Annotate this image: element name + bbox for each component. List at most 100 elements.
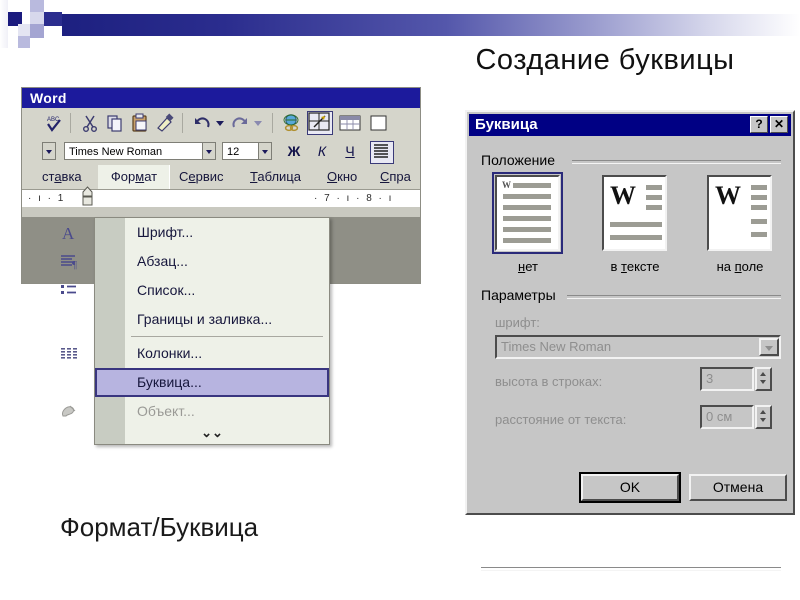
menu-item-font[interactable]: A Шрифт... (62, 218, 329, 247)
menu-item-borders-shading[interactable]: Границы и заливка... (95, 305, 329, 334)
cut-icon[interactable] (80, 113, 100, 133)
paste-icon[interactable] (130, 113, 150, 133)
spelling-icon[interactable]: ABC (44, 113, 64, 133)
distance-from-text-spinner[interactable] (755, 405, 772, 429)
borders-and-shading-icon (59, 310, 79, 329)
decorative-corner-squares (0, 0, 62, 48)
bulleted-list-icon (59, 281, 79, 300)
preview-line (503, 216, 551, 221)
insert-table-icon[interactable] (338, 113, 362, 133)
menu-item-drop-cap[interactable]: Буквица... (95, 368, 329, 397)
menubar-item-table[interactable]: Таблица (250, 165, 301, 189)
menu-item-columns[interactable]: Колонки... (61, 339, 329, 368)
preview-line (751, 219, 767, 224)
italic-button[interactable]: К (312, 142, 332, 161)
word-page-strip (22, 207, 420, 217)
preview-letter-large: W (715, 181, 741, 210)
preview-line (751, 185, 767, 190)
preview-line (503, 205, 551, 210)
object-icon (59, 402, 79, 421)
ok-button[interactable]: OK (581, 474, 679, 501)
deco-square (18, 36, 30, 48)
ruler-right-ticks: · 7 · ı · 8 · ı (314, 193, 394, 204)
toolbar-separator (182, 113, 183, 133)
columns-icon (59, 344, 79, 363)
params-group-label: Параметры (481, 287, 560, 303)
menubar-item-help[interactable]: Спра (380, 165, 411, 189)
style-dropdown-arrow[interactable] (42, 142, 56, 160)
group-divider (572, 160, 781, 164)
chevron-expand-icon[interactable]: ⌄⌄ (95, 426, 329, 444)
lines-to-drop-spinner[interactable] (755, 367, 772, 391)
ruler-indent-marker[interactable] (82, 186, 93, 206)
menubar-item-insert[interactable]: ставка (42, 165, 82, 189)
position-option-none[interactable]: W (492, 172, 563, 254)
preview-line (751, 205, 767, 210)
underline-button[interactable]: Ч (340, 142, 360, 161)
hyperlink-icon[interactable] (282, 113, 302, 133)
lines-to-drop-field[interactable]: 3 (700, 367, 754, 391)
deco-square (44, 12, 62, 26)
header-gradient-bar (62, 14, 800, 36)
drop-cap-dialog: Буквица ? ✕ Положение W нет W в тексте W… (465, 110, 795, 571)
format-dropdown-menu: A Шрифт... ¶ Абзац... Список... Границы … (61, 217, 330, 445)
font-field-label: шрифт: (495, 315, 540, 330)
menubar-item-service[interactable]: Сервис (179, 165, 224, 189)
undo-dropdown-icon[interactable] (210, 113, 230, 133)
menu-item-object: Объект... (62, 397, 329, 426)
group-divider (567, 295, 781, 299)
deco-square (30, 24, 44, 38)
preview-line (646, 195, 662, 200)
redo-icon[interactable] (230, 113, 250, 133)
word-title-bar: Word (22, 88, 420, 108)
toolbar-separator (272, 113, 273, 133)
distance-from-text-field[interactable]: 0 см (700, 405, 754, 429)
menu-item-label: Шрифт... (137, 224, 194, 240)
font-name-dropdown-arrow[interactable] (202, 142, 216, 160)
tables-and-borders-icon[interactable] (307, 111, 333, 135)
preview-line (646, 185, 662, 190)
cancel-button[interactable]: Отмена (689, 474, 787, 501)
ruler-left-ticks: · ı · 1 (28, 193, 66, 204)
distance-from-text-label: расстояние от текста: (495, 412, 627, 427)
font-size-dropdown-arrow[interactable] (258, 142, 272, 160)
insert-excel-table-icon[interactable] (368, 113, 388, 133)
menu-item-label: Колонки... (137, 345, 203, 361)
font-combobox[interactable]: Times New Roman (495, 335, 781, 359)
menu-item-label: Список... (137, 282, 196, 298)
copy-icon[interactable] (105, 113, 125, 133)
position-option-in-text[interactable]: W (602, 175, 667, 251)
drop-cap-icon (59, 375, 79, 394)
preview-line (503, 227, 551, 232)
bold-button[interactable]: Ж (284, 142, 304, 161)
slide-caption: Формат/Буквица (60, 512, 259, 542)
position-option-in-text-label: в тексте (610, 259, 660, 274)
menubar-item-window[interactable]: Окно (327, 165, 357, 189)
help-icon[interactable]: ? (750, 116, 768, 133)
menu-item-label: Границы и заливка... (137, 311, 273, 327)
menu-item-label: Объект... (137, 403, 195, 419)
close-icon[interactable]: ✕ (770, 116, 788, 133)
preview-line (503, 194, 551, 199)
svg-text:¶: ¶ (72, 259, 77, 271)
page-title: Создание буквицы (475, 44, 735, 76)
lines-to-drop-label: высота в строках: (495, 374, 603, 389)
position-option-in-margin-label: на поле (716, 259, 764, 274)
paragraph-icon: ¶ (59, 252, 79, 271)
chevron-down-icon[interactable] (759, 338, 779, 356)
font-name-combobox[interactable]: Times New Roman (64, 142, 216, 160)
undo-icon[interactable] (192, 113, 212, 133)
menu-item-paragraph[interactable]: ¶ Абзац... (61, 247, 329, 276)
preview-letter-small: W (502, 180, 511, 190)
preview-line (751, 232, 767, 237)
deco-square (0, 0, 8, 48)
align-justify-icon[interactable] (370, 141, 394, 164)
toolbar-separator (70, 113, 71, 133)
preview-line (751, 195, 767, 200)
menubar-item-format[interactable]: Формат (98, 165, 170, 189)
position-option-in-margin[interactable]: W (707, 175, 772, 251)
redo-dropdown-icon[interactable] (248, 113, 268, 133)
menu-item-list[interactable]: Список... (61, 276, 329, 305)
format-painter-icon[interactable] (155, 113, 175, 133)
font-letter-a-icon: A (59, 223, 79, 243)
